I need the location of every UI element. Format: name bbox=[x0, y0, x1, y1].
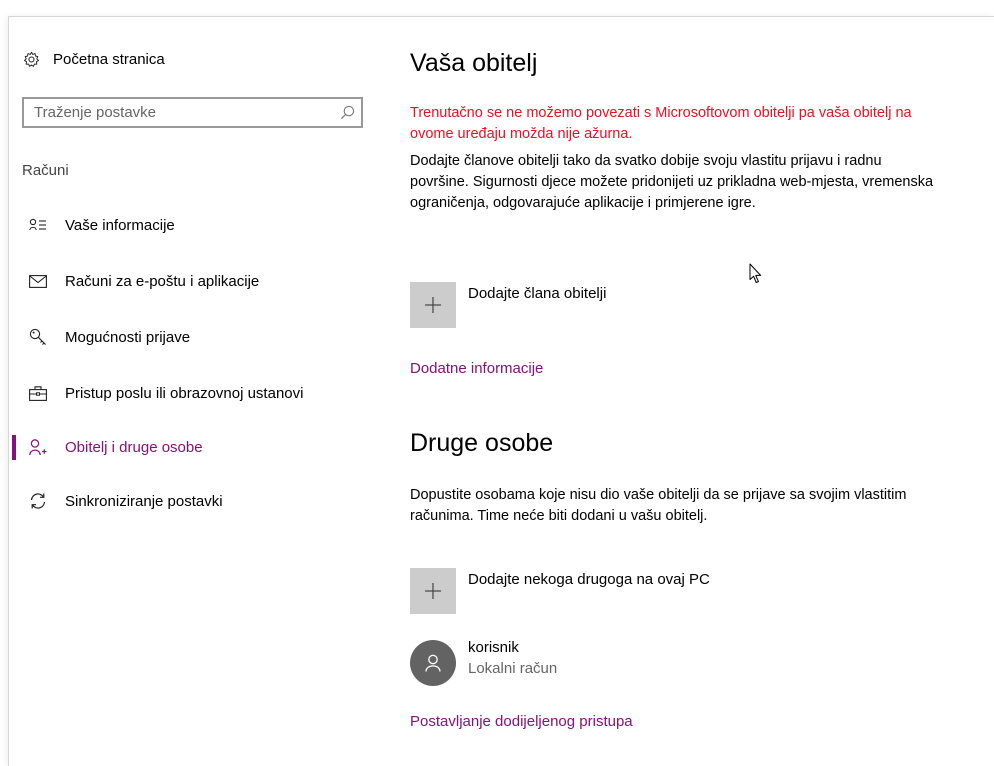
gear-icon bbox=[23, 49, 53, 69]
add-person-icon bbox=[26, 438, 50, 456]
sidebar-item-label: Sinkroniziranje postavki bbox=[65, 492, 223, 510]
user-account-type: Lokalni račun bbox=[468, 660, 558, 677]
envelope-icon bbox=[26, 274, 50, 288]
sidebar-item-label: Računi za e-poštu i aplikacije bbox=[65, 272, 260, 290]
add-someone-else-button[interactable]: Dodajte nekoga drugoga na ovaj PC bbox=[410, 568, 710, 614]
person-icon bbox=[425, 654, 441, 672]
mouse-pointer-icon bbox=[749, 263, 763, 289]
home-label: Početna stranica bbox=[53, 50, 165, 68]
search-icon[interactable] bbox=[333, 105, 361, 120]
search-box[interactable] bbox=[22, 97, 363, 128]
sidebar: Početna stranica Računi bbox=[9, 17, 379, 766]
add-family-member-button[interactable]: Dodajte člana obitelji bbox=[410, 282, 606, 328]
more-info-link[interactable]: Dodatne informacije bbox=[410, 360, 543, 377]
sidebar-item-your-info[interactable]: Vaše informacije bbox=[9, 210, 379, 240]
settings-window: Početna stranica Računi bbox=[8, 16, 994, 766]
user-account-korisnik[interactable]: korisnik Lokalni račun bbox=[410, 637, 557, 686]
sidebar-item-email-accounts[interactable]: Računi za e-poštu i aplikacije bbox=[9, 266, 379, 296]
sync-icon bbox=[26, 492, 50, 510]
family-title: Vaša obitelj bbox=[410, 49, 538, 77]
sidebar-item-sync-settings[interactable]: Sinkroniziranje postavki bbox=[9, 486, 379, 516]
add-family-member-label: Dodajte člana obitelji bbox=[468, 285, 607, 302]
sidebar-item-sign-in-options[interactable]: Mogućnosti prijave bbox=[9, 322, 379, 352]
assigned-access-link[interactable]: Postavljanje dodijeljenog pristupa bbox=[410, 713, 633, 730]
avatar bbox=[410, 640, 456, 686]
plus-icon bbox=[410, 568, 456, 614]
sidebar-item-label: Vaše informacije bbox=[65, 216, 175, 234]
user-name: korisnik bbox=[468, 639, 519, 656]
plus-icon bbox=[410, 282, 456, 328]
active-indicator bbox=[12, 435, 16, 460]
sidebar-item-work-access[interactable]: Pristup poslu ili obrazovnoj ustanovi bbox=[9, 378, 379, 408]
other-people-description: Dopustite osobama koje nisu dio vaše obi… bbox=[410, 487, 907, 524]
sidebar-item-label: Mogućnosti prijave bbox=[65, 328, 191, 346]
section-label: Računi bbox=[22, 162, 69, 179]
search-input[interactable] bbox=[24, 99, 333, 126]
sidebar-item-label: Pristup poslu ili obrazovnoj ustanovi bbox=[65, 384, 304, 402]
family-error-message: Trenutačno se ne možemo povezati s Micro… bbox=[410, 105, 912, 142]
sidebar-item-label: Obitelj i druge osobe bbox=[65, 438, 203, 456]
add-someone-else-label: Dodajte nekoga drugoga na ovaj PC bbox=[468, 571, 710, 588]
key-icon bbox=[26, 328, 50, 346]
person-card-icon bbox=[26, 218, 50, 232]
home-link[interactable]: Početna stranica bbox=[23, 47, 165, 71]
sidebar-item-family-other-people[interactable]: Obitelj i druge osobe bbox=[9, 432, 379, 462]
family-description: Dodajte članove obitelji tako da svatko … bbox=[410, 153, 934, 211]
other-people-title: Druge osobe bbox=[410, 429, 554, 457]
briefcase-icon bbox=[26, 385, 50, 401]
